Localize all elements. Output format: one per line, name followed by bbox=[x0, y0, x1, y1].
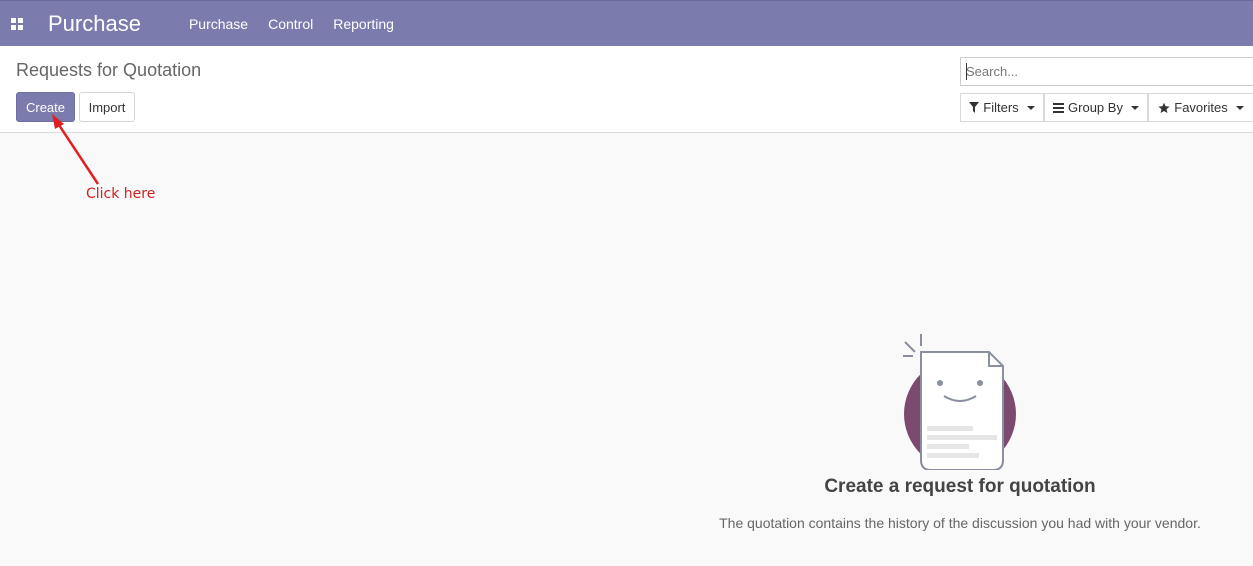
filters-label: Filters bbox=[983, 100, 1019, 115]
filter-icon bbox=[969, 102, 980, 113]
chevron-down-icon bbox=[1130, 105, 1139, 110]
annotation-text: Click here bbox=[86, 186, 156, 202]
chevron-down-icon bbox=[1026, 105, 1035, 110]
document-smiley-icon bbox=[903, 334, 1016, 470]
search-box[interactable] bbox=[960, 57, 1253, 86]
groupby-label: Group By bbox=[1068, 100, 1123, 115]
empty-state-description: The quotation contains the history of th… bbox=[719, 515, 1201, 531]
groupby-dropdown[interactable]: Group By bbox=[1044, 93, 1148, 122]
list-icon bbox=[1053, 102, 1065, 113]
star-icon bbox=[1158, 102, 1170, 113]
empty-state-title: Create a request for quotation bbox=[824, 476, 1096, 497]
search-input[interactable] bbox=[961, 58, 1253, 85]
annotation-arrow bbox=[52, 114, 100, 185]
favorites-label: Favorites bbox=[1174, 100, 1228, 115]
text-caret bbox=[966, 63, 967, 80]
chevron-down-icon bbox=[1235, 105, 1244, 110]
menu-reporting[interactable]: Reporting bbox=[333, 16, 394, 32]
filters-dropdown[interactable]: Filters bbox=[960, 93, 1044, 122]
favorites-dropdown[interactable]: Favorites bbox=[1148, 93, 1253, 122]
menu-control[interactable]: Control bbox=[268, 16, 313, 32]
